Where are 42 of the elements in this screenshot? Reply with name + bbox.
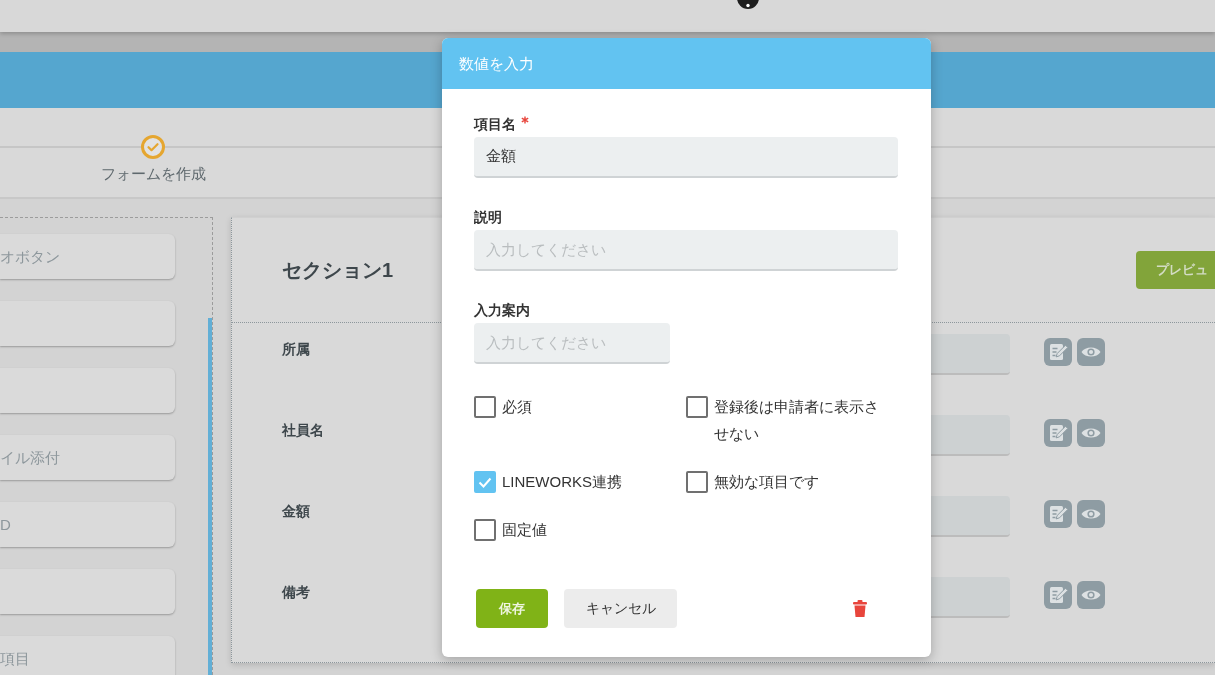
section-title: セクション1 — [282, 258, 394, 283]
field-label: 所属 — [282, 340, 310, 359]
cancel-button[interactable]: キャンセル — [564, 589, 677, 628]
checkbox-label: LINEWORKS連携 — [502, 472, 622, 492]
eye-icon[interactable] — [1077, 338, 1105, 366]
save-button[interactable]: 保存 — [476, 589, 548, 628]
preview-field[interactable] — [931, 577, 1010, 618]
pencil-note-icon[interactable] — [1044, 581, 1072, 609]
checkbox-label: 必須 — [502, 397, 532, 417]
checkbox-label: 登録後は申請者に表示させない — [714, 397, 880, 444]
pencil-note-icon[interactable] — [1044, 500, 1072, 528]
step-label: フォームを作成 — [100, 164, 206, 184]
field-label: 金額 — [282, 502, 310, 521]
text-input[interactable]: 金額 — [474, 137, 898, 178]
pencil-note-icon[interactable] — [1044, 419, 1072, 447]
field-label: 説明 — [474, 208, 502, 227]
eye-icon[interactable] — [1077, 500, 1105, 528]
pencil-note-icon[interactable] — [1044, 338, 1072, 366]
checkbox[interactable] — [474, 519, 496, 541]
checkbox-label: 固定値 — [502, 520, 547, 540]
eye-icon[interactable] — [1077, 419, 1105, 447]
checkbox[interactable] — [686, 471, 708, 493]
preview-field[interactable] — [931, 334, 1010, 375]
checkbox[interactable] — [474, 471, 496, 493]
checkbox[interactable] — [686, 396, 708, 418]
checkbox[interactable] — [474, 396, 496, 418]
palette-item[interactable]: イル添付 — [0, 435, 175, 480]
palette-item[interactable]: 項目 — [0, 636, 175, 675]
palette-item[interactable]: オボタン — [0, 234, 175, 279]
dialog-title: 数値を入力 — [459, 53, 534, 74]
checkbox-label: 無効な項目です — [714, 472, 819, 492]
preview-field[interactable] — [931, 496, 1010, 537]
preview-button[interactable]: プレビュ — [1136, 251, 1215, 289]
field-label: 備考 — [282, 583, 310, 602]
field-label: 社員名 — [282, 421, 324, 440]
palette-item[interactable]: D — [0, 502, 175, 547]
trash-icon[interactable] — [853, 600, 867, 617]
field-label: 入力案内 — [474, 301, 530, 320]
checkmark-icon — [478, 476, 492, 488]
eye-icon[interactable] — [1077, 581, 1105, 609]
preview-field[interactable] — [931, 415, 1010, 456]
field-label: 項目名 — [474, 115, 516, 134]
